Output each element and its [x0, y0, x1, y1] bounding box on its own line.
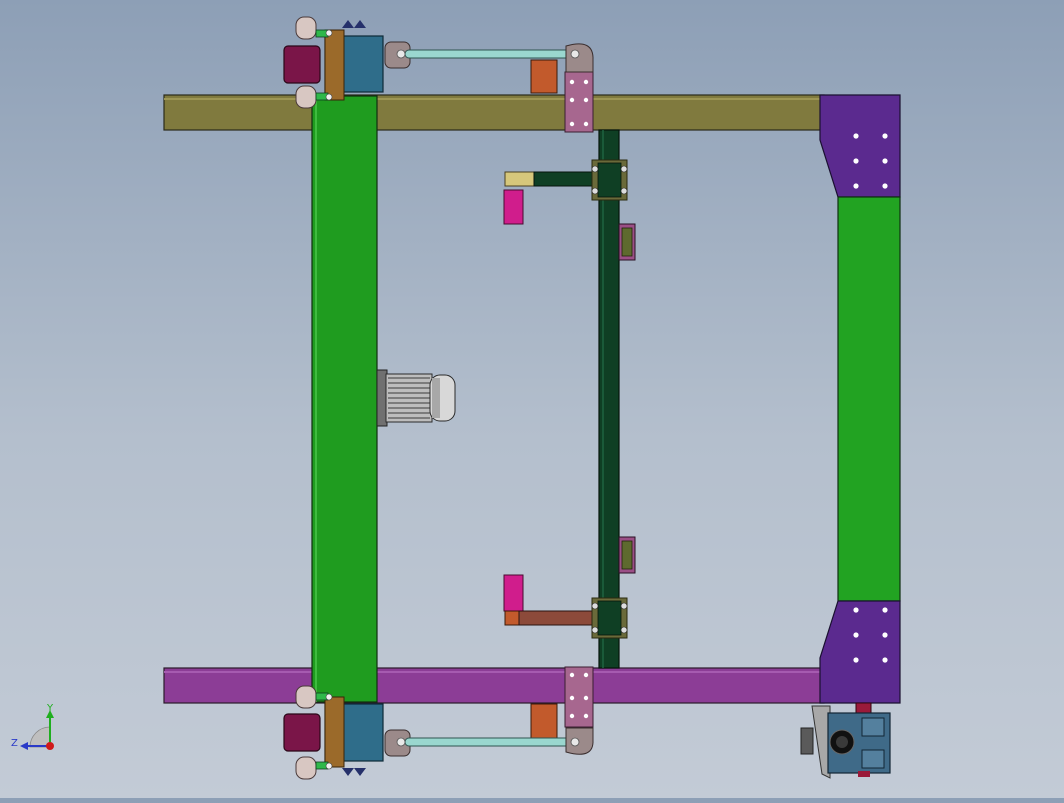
end-plate-top: [819, 94, 901, 198]
triad-y-label: Y: [46, 703, 54, 714]
cad-viewport[interactable]: Y Z: [0, 0, 1064, 798]
bracket-orange-upper: [530, 59, 558, 94]
drive-motor[interactable]: [376, 369, 456, 427]
lower-rail-beam[interactable]: [163, 667, 825, 704]
assembly-drawing: Y Z: [11, 16, 901, 780]
triad-z-label: Z: [11, 738, 18, 749]
drive-shaft-upper: [384, 41, 594, 73]
rail-clamp-lower: [564, 666, 594, 728]
rail-clamp-upper: [564, 71, 594, 133]
gear-motor-unit[interactable]: [800, 702, 891, 779]
rail-stop-lower: [618, 536, 636, 574]
axis-triad: Y Z: [11, 703, 54, 750]
rail-stop-upper: [618, 223, 636, 261]
end-plate-bottom: [819, 600, 901, 704]
wheel-block-upper: [283, 45, 321, 84]
end-beam-web: [837, 196, 901, 602]
main-girder[interactable]: [311, 95, 378, 703]
wheel-block-lower: [283, 713, 321, 752]
upper-rail-beam[interactable]: [163, 94, 825, 131]
trolley-guide-rail[interactable]: [598, 129, 620, 669]
end-girder[interactable]: [819, 94, 901, 704]
bracket-orange-lower: [530, 703, 558, 739]
wheel-assembly-upper[interactable]: [283, 16, 384, 109]
drive-shaft-lower: [384, 727, 594, 757]
